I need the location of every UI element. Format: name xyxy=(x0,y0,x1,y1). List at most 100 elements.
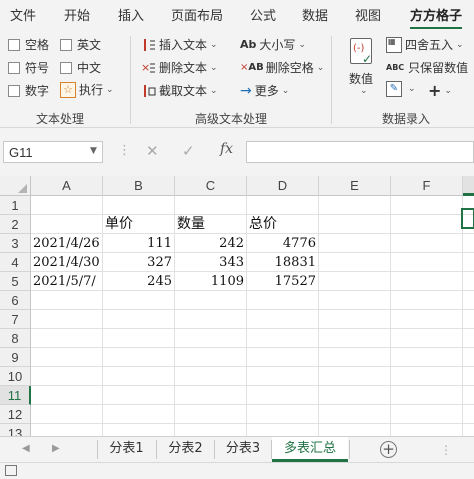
cell[interactable] xyxy=(103,386,175,405)
row-header[interactable]: 5 xyxy=(0,272,31,291)
cell[interactable] xyxy=(247,386,319,405)
cell[interactable] xyxy=(391,424,463,436)
header-cell[interactable]: 数量 xyxy=(175,215,247,234)
cell[interactable] xyxy=(319,405,391,424)
cell[interactable] xyxy=(463,386,474,405)
cell[interactable] xyxy=(103,405,175,424)
cell[interactable] xyxy=(463,291,474,310)
cell[interactable] xyxy=(31,424,103,436)
cell[interactable] xyxy=(319,329,391,348)
cell[interactable] xyxy=(391,367,463,386)
column-header-d[interactable]: D xyxy=(247,176,319,196)
row-header[interactable]: 12 xyxy=(0,405,31,424)
case-button[interactable]: Ab 大小写 ⌄ xyxy=(240,36,306,53)
check-symbol[interactable]: 符号 xyxy=(8,59,49,76)
cell[interactable] xyxy=(247,367,319,386)
next-sheet-icon[interactable]: ▶ xyxy=(52,443,60,454)
cell[interactable] xyxy=(319,215,391,234)
row-header[interactable]: 1 xyxy=(0,196,31,215)
more-button[interactable]: → 更多 ⌄ xyxy=(240,82,289,99)
cell[interactable] xyxy=(391,234,463,253)
menu-insert[interactable]: 插入 xyxy=(118,5,144,24)
cell[interactable] xyxy=(319,253,391,272)
cell[interactable]: 111 xyxy=(103,234,175,253)
values-button[interactable]: (-) ✓ 数值 ⌄ xyxy=(344,36,380,102)
menu-view[interactable]: 视图 xyxy=(355,5,381,24)
column-header-c[interactable]: C xyxy=(175,176,247,196)
cell[interactable] xyxy=(319,234,391,253)
cell[interactable] xyxy=(31,348,103,367)
cell[interactable] xyxy=(391,386,463,405)
cell[interactable] xyxy=(247,310,319,329)
formula-input[interactable] xyxy=(246,141,474,163)
round-button[interactable]: ▦ 四舍五入 ⌄ xyxy=(386,36,464,53)
tab-summary[interactable]: 多表汇总 xyxy=(272,437,348,462)
cell[interactable] xyxy=(31,310,103,329)
cell[interactable] xyxy=(247,196,319,215)
row-header[interactable]: 13 xyxy=(0,424,31,436)
tab-sheet2[interactable]: 分表2 xyxy=(157,437,214,462)
cell[interactable] xyxy=(31,405,103,424)
cell[interactable]: 343 xyxy=(175,253,247,272)
cell[interactable] xyxy=(391,253,463,272)
menu-file[interactable]: 文件 xyxy=(10,5,36,24)
cell[interactable] xyxy=(103,329,175,348)
row-header[interactable]: 4 xyxy=(0,253,31,272)
menu-fangfang-gezi[interactable]: 方方格子 xyxy=(410,5,462,24)
row-header[interactable]: 8 xyxy=(0,329,31,348)
cell[interactable] xyxy=(103,424,175,436)
cell[interactable] xyxy=(463,405,474,424)
prev-sheet-icon[interactable]: ◀ xyxy=(22,443,30,454)
cell[interactable] xyxy=(103,367,175,386)
delete-spaces-button[interactable]: ×AB 删除空格 ⌄ xyxy=(240,59,324,76)
cell[interactable]: 2021/4/30 xyxy=(31,253,103,272)
add-dropdown-button[interactable]: + ⌄ xyxy=(428,81,452,100)
cell[interactable] xyxy=(319,291,391,310)
cell[interactable] xyxy=(463,329,474,348)
cell[interactable]: 327 xyxy=(103,253,175,272)
chevron-down-icon[interactable]: ▼ xyxy=(90,146,97,156)
cell[interactable] xyxy=(31,215,103,234)
execute-button[interactable]: ☆ 执行 ⌄ xyxy=(60,81,114,98)
cell[interactable]: 245 xyxy=(103,272,175,291)
cell[interactable] xyxy=(175,405,247,424)
row-header[interactable]: 6 xyxy=(0,291,31,310)
cell[interactable] xyxy=(463,424,474,436)
cell[interactable] xyxy=(247,348,319,367)
cell[interactable] xyxy=(31,329,103,348)
cell[interactable] xyxy=(247,424,319,436)
cell[interactable] xyxy=(463,253,474,272)
cell[interactable]: 18831 xyxy=(247,253,319,272)
cell[interactable] xyxy=(319,348,391,367)
row-header[interactable]: 11 xyxy=(0,386,31,405)
cell[interactable] xyxy=(391,310,463,329)
cell[interactable] xyxy=(175,386,247,405)
cell[interactable] xyxy=(31,367,103,386)
cell[interactable] xyxy=(319,386,391,405)
check-english[interactable]: 英文 xyxy=(60,36,101,53)
cell[interactable] xyxy=(175,310,247,329)
name-box[interactable]: G11 xyxy=(3,141,103,163)
cell[interactable] xyxy=(247,405,319,424)
cell[interactable] xyxy=(175,291,247,310)
cell[interactable]: 4776 xyxy=(247,234,319,253)
keep-value-button[interactable]: ABC 只保留数值 xyxy=(386,59,468,76)
cut-text-button[interactable]: 截取文本 ⌄ xyxy=(140,82,218,99)
check-chinese[interactable]: 中文 xyxy=(60,59,101,76)
cell[interactable] xyxy=(463,234,474,253)
cell[interactable] xyxy=(319,272,391,291)
tab-sheet1[interactable]: 分表1 xyxy=(98,437,155,462)
insert-text-button[interactable]: 插入文本 ⌄ xyxy=(140,36,218,53)
cell[interactable] xyxy=(175,329,247,348)
cell[interactable] xyxy=(103,196,175,215)
cell[interactable] xyxy=(175,348,247,367)
cell[interactable] xyxy=(319,424,391,436)
cell[interactable] xyxy=(103,310,175,329)
cell[interactable] xyxy=(319,310,391,329)
row-header[interactable]: 2 xyxy=(0,215,31,234)
check-number[interactable]: 数字 xyxy=(8,82,49,99)
cell[interactable]: 2021/4/26 xyxy=(31,234,103,253)
cell[interactable] xyxy=(31,196,103,215)
cell[interactable] xyxy=(391,272,463,291)
cell[interactable] xyxy=(463,272,474,291)
